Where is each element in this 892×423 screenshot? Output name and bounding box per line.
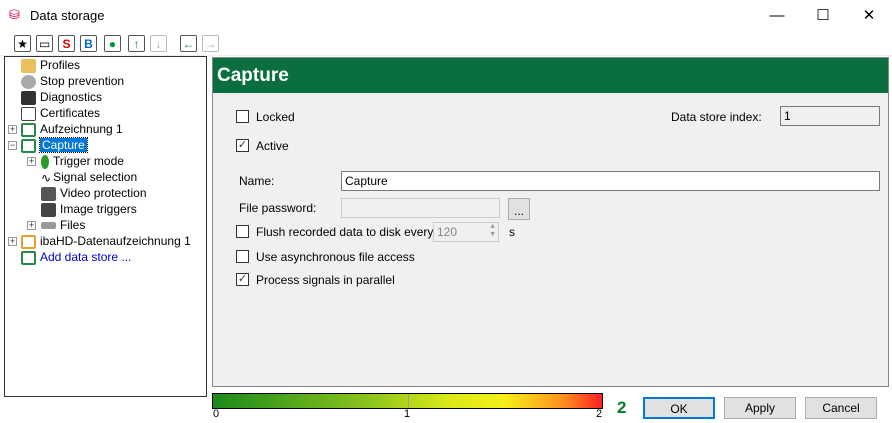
tree-item-label: Diagnostics bbox=[40, 90, 103, 104]
data-store-icon bbox=[21, 122, 36, 137]
expand-icon[interactable]: + bbox=[27, 221, 36, 230]
tree-item-certificates[interactable]: Certificates bbox=[21, 105, 100, 121]
tree-item-label: Profiles bbox=[40, 58, 81, 72]
tree-item-files[interactable]: Files bbox=[41, 217, 85, 233]
tree-item-image-triggers[interactable]: Image triggers bbox=[41, 201, 137, 217]
ok-button[interactable]: OK bbox=[643, 397, 715, 419]
new-icon[interactable]: ★ bbox=[14, 35, 31, 52]
tree-item-profiles[interactable]: Profiles bbox=[21, 57, 80, 73]
tree-item-label: Add data store ... bbox=[40, 250, 132, 264]
trigger-icon bbox=[41, 154, 49, 169]
tree-item-label: Trigger mode bbox=[53, 154, 124, 168]
properties-panel: Capture Locked Data store index: 1 ✓ Act… bbox=[212, 57, 889, 387]
active-checkbox[interactable]: ✓ bbox=[236, 139, 249, 152]
back-icon[interactable]: ← bbox=[180, 35, 197, 52]
tree-item-label: Video protection bbox=[60, 186, 147, 200]
tree-view[interactable]: Profiles Stop prevention Diagnostics Cer… bbox=[4, 56, 207, 397]
hd-store-error-icon bbox=[21, 234, 36, 249]
tree-item-diagnostics[interactable]: Diagnostics bbox=[21, 89, 102, 105]
async-checkbox[interactable] bbox=[236, 250, 249, 263]
tree-item-trigger-mode[interactable]: Trigger mode bbox=[41, 153, 124, 169]
parallel-label: Process signals in parallel bbox=[256, 273, 395, 287]
panel-title: Capture bbox=[213, 58, 888, 93]
expand-icon[interactable]: + bbox=[27, 157, 36, 166]
name-label: Name: bbox=[239, 174, 275, 188]
cancel-button[interactable]: Cancel bbox=[805, 397, 877, 419]
add-store-icon bbox=[21, 250, 36, 265]
spinner-arrows-icon: ▲ ▼ bbox=[489, 223, 496, 238]
data-store-index-label: Data store index: bbox=[671, 110, 762, 124]
folder-b-icon[interactable]: B bbox=[80, 35, 97, 52]
load-level-value: 2 bbox=[617, 398, 627, 417]
apply-button[interactable]: Apply bbox=[724, 397, 796, 419]
tree-item-video-protection[interactable]: Video protection bbox=[41, 185, 147, 201]
maximize-button[interactable]: ☐ bbox=[800, 0, 846, 31]
tree-item-capture[interactable]: Capture bbox=[21, 137, 88, 153]
tree-item-label: Image triggers bbox=[60, 202, 137, 216]
collapse-icon[interactable]: − bbox=[8, 141, 17, 150]
flush-interval-value: 120 bbox=[437, 225, 458, 239]
move-down-icon: ↓ bbox=[150, 35, 167, 52]
tree-item-ibahd[interactable]: ibaHD-Datenaufzeichnung 1 bbox=[21, 233, 191, 249]
scale-label-2: 2 bbox=[596, 408, 603, 420]
scale-label-0: 0 bbox=[213, 408, 220, 420]
flush-unit: s bbox=[509, 225, 515, 239]
data-store-icon bbox=[21, 138, 36, 153]
disk-icon bbox=[41, 222, 56, 230]
folder-s-icon[interactable]: S bbox=[58, 35, 75, 52]
tree-item-label: Signal selection bbox=[53, 170, 138, 184]
toolbar: ★ ▭ S B ● ↑ ↓ ← → bbox=[0, 31, 892, 56]
profiles-icon bbox=[21, 58, 36, 73]
diagnostics-icon bbox=[21, 90, 36, 105]
signal-wave-icon: ∿ bbox=[41, 170, 52, 185]
app-icon: ⛁ bbox=[9, 7, 20, 22]
stop-icon bbox=[21, 74, 36, 89]
locked-checkbox[interactable] bbox=[236, 110, 249, 123]
expand-icon[interactable]: + bbox=[8, 237, 17, 246]
name-input[interactable]: Capture bbox=[341, 171, 880, 191]
flush-interval-spinner: 120 ▲ ▼ bbox=[433, 222, 499, 242]
locked-label: Locked bbox=[256, 110, 295, 124]
tree-item-stop-prevention[interactable]: Stop prevention bbox=[21, 73, 124, 89]
parallel-checkbox[interactable]: ✓ bbox=[236, 273, 249, 286]
flush-checkbox[interactable] bbox=[236, 225, 249, 238]
tree-item-label: Files bbox=[60, 218, 86, 232]
film-icon bbox=[41, 186, 56, 201]
forward-icon: → bbox=[202, 35, 219, 52]
tree-item-signal-selection[interactable]: ∿ Signal selection bbox=[41, 169, 137, 185]
file-password-label: File password: bbox=[239, 201, 317, 215]
scale-label-1: 1 bbox=[404, 408, 411, 420]
tree-item-label: ibaHD-Datenaufzeichnung 1 bbox=[40, 234, 191, 248]
tree-item-label: Capture bbox=[39, 137, 88, 153]
scale-mark bbox=[408, 394, 409, 408]
data-store-index-field: 1 bbox=[780, 106, 880, 126]
active-label: Active bbox=[256, 139, 289, 153]
async-label: Use asynchronous file access bbox=[256, 250, 415, 264]
expand-icon[interactable]: + bbox=[8, 125, 17, 134]
move-up-icon[interactable]: ↑ bbox=[128, 35, 145, 52]
flush-label: Flush recorded data to disk every bbox=[256, 225, 434, 239]
browse-button[interactable]: ... bbox=[508, 198, 530, 220]
window-title: Data storage bbox=[30, 8, 105, 23]
title-bar: ⛁ Data storage — ☐ ✕ bbox=[0, 0, 892, 31]
certificate-icon bbox=[21, 106, 36, 121]
tree-item-aufzeichnung-1[interactable]: Aufzeichnung 1 bbox=[21, 121, 123, 137]
file-password-input bbox=[341, 198, 500, 218]
tree-item-label: Certificates bbox=[40, 106, 101, 120]
tree-item-label: Stop prevention bbox=[40, 74, 125, 88]
tree-item-add-data-store[interactable]: Add data store ... bbox=[21, 249, 131, 265]
open-folder-icon[interactable]: ▭ bbox=[36, 35, 53, 52]
tree-item-label: Aufzeichnung 1 bbox=[40, 122, 123, 136]
save-icon[interactable]: ● bbox=[104, 35, 121, 52]
minimize-button[interactable]: — bbox=[754, 0, 800, 31]
close-button[interactable]: ✕ bbox=[846, 0, 892, 31]
image-icon bbox=[41, 202, 56, 217]
load-gradient-bar bbox=[212, 393, 603, 409]
